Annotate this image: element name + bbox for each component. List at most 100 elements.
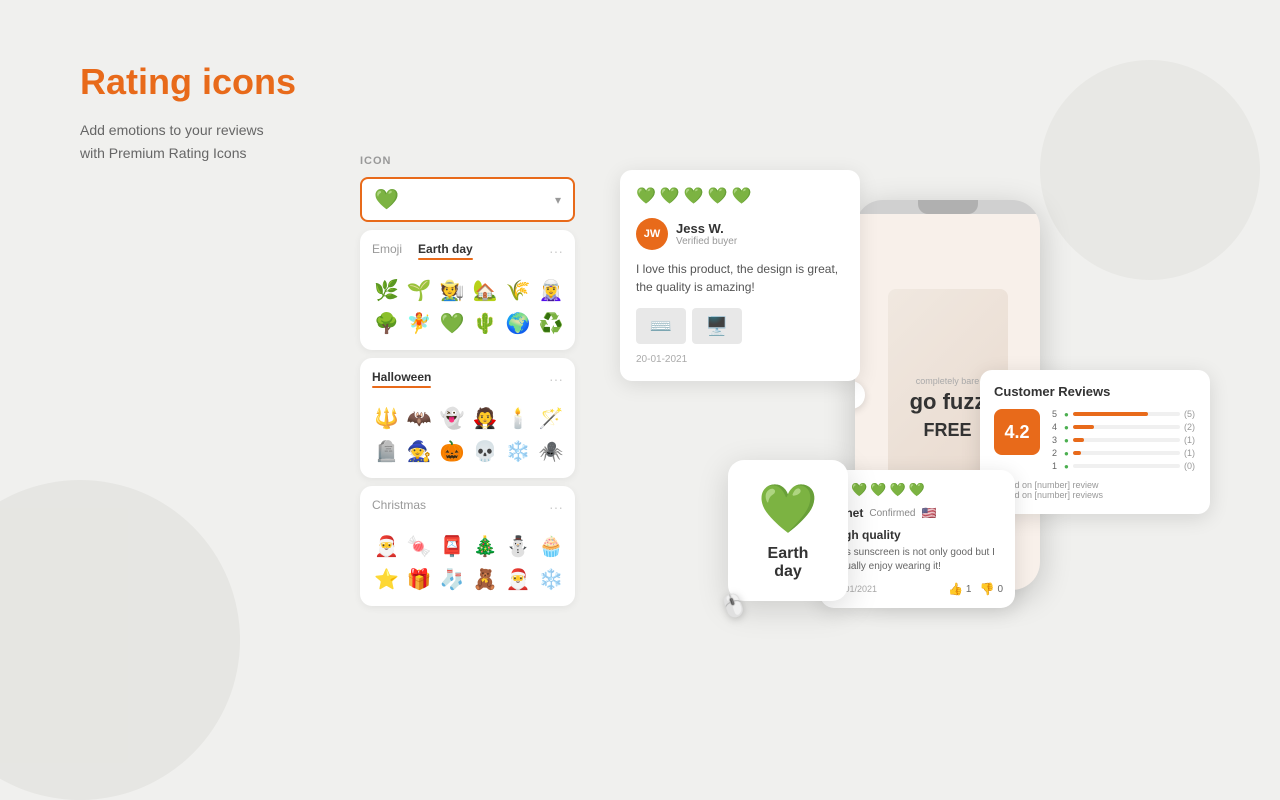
earthday-tab-section: Emoji Earth day ··· 🌿 🌱 🧑‍🌾 🏡 🌾 🧝‍♀️ 🌳 🧚… <box>360 230 575 350</box>
emoji-item[interactable]: 📮 <box>438 532 467 561</box>
emoji-item[interactable]: 👻 <box>438 404 467 433</box>
tab-more-icon[interactable]: ··· <box>549 243 563 259</box>
mobile-reviewer-info: Janet Confirmed 🇺🇸 <box>832 506 1003 520</box>
emoji-item[interactable]: 🎅 <box>372 532 401 561</box>
emoji-item[interactable]: 🌿 <box>372 276 401 305</box>
cr-bar-label: 2 <box>1052 448 1060 458</box>
helpful-up-button[interactable]: 👍 1 <box>948 582 972 596</box>
emoji-item[interactable]: 🧝‍♀️ <box>537 276 566 305</box>
cr-bar-row: 3 ● (1) <box>1052 435 1196 445</box>
reviewer-info: JW Jess W. Verified buyer <box>636 218 844 250</box>
star-icon: 💚 <box>732 186 752 206</box>
halloween-tab-header: Halloween ··· <box>372 370 563 394</box>
icon-dropdown[interactable]: 💚 ▾ <box>360 177 575 222</box>
cr-bar-fill <box>1073 451 1082 455</box>
phone-brand: completely bare <box>910 375 986 388</box>
earthday-emoji: 💚 <box>752 480 824 537</box>
emoji-item[interactable]: 🪦 <box>372 437 401 466</box>
emoji-item[interactable]: ♻️ <box>537 309 566 338</box>
cr-bar-count: (2) <box>1184 422 1196 432</box>
emoji-item[interactable]: 🧛 <box>471 404 500 433</box>
christmas-more-icon[interactable]: ··· <box>549 499 563 515</box>
emoji-item[interactable]: 🧙 <box>405 437 434 466</box>
emoji-item[interactable]: 🔱 <box>372 404 401 433</box>
cr-bars: 5 ● (5) 4 ● (2) 3 ● (1) <box>1052 409 1196 474</box>
emoji-item[interactable]: ❄️ <box>504 437 533 466</box>
emoji-item[interactable]: 🌳 <box>372 309 401 338</box>
helpful-down-button[interactable]: 👎 0 <box>979 582 1003 596</box>
mobile-review-stars: 💚 💚 💚 💚 💚 <box>832 482 1003 498</box>
emoji-item[interactable]: ⛄ <box>504 532 533 561</box>
tab-halloween[interactable]: Halloween <box>372 370 431 388</box>
star-icon: 💚 <box>684 186 704 206</box>
cr-bar-count: (5) <box>1184 409 1196 419</box>
christmas-emoji-grid: 🎅 🍬 📮 🎄 ⛄ 🧁 ⭐ 🎁 🧦 🧸 🎅 ❄️ <box>372 532 563 594</box>
emoji-item[interactable]: 🍬 <box>405 532 434 561</box>
review-date: 20-01-2021 <box>636 354 844 365</box>
emoji-item[interactable]: 🪄 <box>537 404 566 433</box>
emoji-item[interactable]: 🎅 <box>504 565 533 594</box>
phone-product-name: go fuzz <box>910 387 986 418</box>
emoji-item[interactable]: 🌾 <box>504 276 533 305</box>
christmas-tab-header: Christmas ··· <box>372 498 563 522</box>
thumbs-down-icon: 👎 <box>979 582 994 596</box>
cr-content: 4.2 5 ● (5) 4 ● (2) 3 ● ( <box>994 409 1196 474</box>
page-subtitle: Add emotions to your reviews with Premiu… <box>80 119 340 164</box>
cr-bar-label: 4 <box>1052 422 1060 432</box>
mobile-star: 💚 <box>851 482 867 498</box>
cr-bar-dot: ● <box>1064 449 1069 458</box>
emoji-item[interactable]: 🌱 <box>405 276 434 305</box>
cr-bar-row: 1 ● (0) <box>1052 461 1196 471</box>
emoji-item[interactable]: ⭐ <box>372 565 401 594</box>
emoji-item[interactable]: 🧸 <box>471 565 500 594</box>
cr-bar-count: (0) <box>1184 461 1196 471</box>
page-title: Rating icons <box>80 60 340 103</box>
emoji-item[interactable]: 🦇 <box>405 404 434 433</box>
cr-bar-count: (1) <box>1184 435 1196 445</box>
emoji-item[interactable]: 🧁 <box>537 532 566 561</box>
emoji-item[interactable]: 🧦 <box>438 565 467 594</box>
review-text: I love this product, the design is great… <box>636 260 844 296</box>
thumbs-up-icon: 👍 <box>948 582 963 596</box>
review-stars: 💚 💚 💚 💚 💚 <box>636 186 844 206</box>
emoji-item[interactable]: ❄️ <box>537 565 566 594</box>
cr-bar-track <box>1073 425 1180 429</box>
emoji-item[interactable]: 💀 <box>471 437 500 466</box>
mobile-star: 💚 <box>870 482 886 498</box>
cr-bar-dot: ● <box>1064 462 1069 471</box>
star-icon: 💚 <box>636 186 656 206</box>
cr-bar-fill <box>1073 412 1148 416</box>
emoji-item[interactable]: 🧑‍🌾 <box>438 276 467 305</box>
emoji-item[interactable]: 💚 <box>438 309 467 338</box>
dropdown-left: 💚 <box>374 187 399 212</box>
page-container: Rating icons Add emotions to your review… <box>0 0 1280 720</box>
halloween-emoji-grid: 🔱 🦇 👻 🧛 🕯️ 🪄 🪦 🧙 🎃 💀 ❄️ 🕷️ <box>372 404 563 466</box>
emoji-item[interactable]: 🕷️ <box>537 437 566 466</box>
cr-bar-label: 5 <box>1052 409 1060 419</box>
emoji-item[interactable]: 🎄 <box>471 532 500 561</box>
emoji-item[interactable]: 🌍 <box>504 309 533 338</box>
cr-bar-fill <box>1073 438 1084 442</box>
earthday-label: Earth day <box>752 545 824 581</box>
tab-emoji[interactable]: Emoji <box>372 242 402 260</box>
emoji-item[interactable]: 🎁 <box>405 565 434 594</box>
cr-bar-dot: ● <box>1064 423 1069 432</box>
icon-selector-panel: ICON 💚 ▾ Emoji Earth day ··· 🌿 🌱 🧑‍🌾 🏡 🌾… <box>360 155 575 614</box>
mobile-star: 💚 <box>909 482 925 498</box>
earthday-tooltip: 💚 Earth day 🖱️ <box>728 460 848 601</box>
cr-bar-label: 3 <box>1052 435 1060 445</box>
tab-christmas[interactable]: Christmas <box>372 498 426 516</box>
emoji-item[interactable]: 🧚 <box>405 309 434 338</box>
emoji-item[interactable]: 🏡 <box>471 276 500 305</box>
icon-section-label: ICON <box>360 155 575 167</box>
emoji-item[interactable]: 🕯️ <box>504 404 533 433</box>
earthday-emoji-grid: 🌿 🌱 🧑‍🌾 🏡 🌾 🧝‍♀️ 🌳 🧚 💚 🌵 🌍 ♻️ <box>372 276 563 338</box>
emoji-item[interactable]: 🌵 <box>471 309 500 338</box>
halloween-more-icon[interactable]: ··· <box>549 371 563 387</box>
mobile-review-card: 💚 💚 💚 💚 💚 Janet Confirmed 🇺🇸 High qualit… <box>820 470 1015 608</box>
emoji-item[interactable]: 🎃 <box>438 437 467 466</box>
mobile-review-text: This sunscreen is not only good but I ac… <box>832 546 1003 574</box>
cr-bar-track <box>1073 451 1180 455</box>
mobile-flag: 🇺🇸 <box>922 506 937 520</box>
tab-earthday[interactable]: Earth day <box>418 242 473 260</box>
